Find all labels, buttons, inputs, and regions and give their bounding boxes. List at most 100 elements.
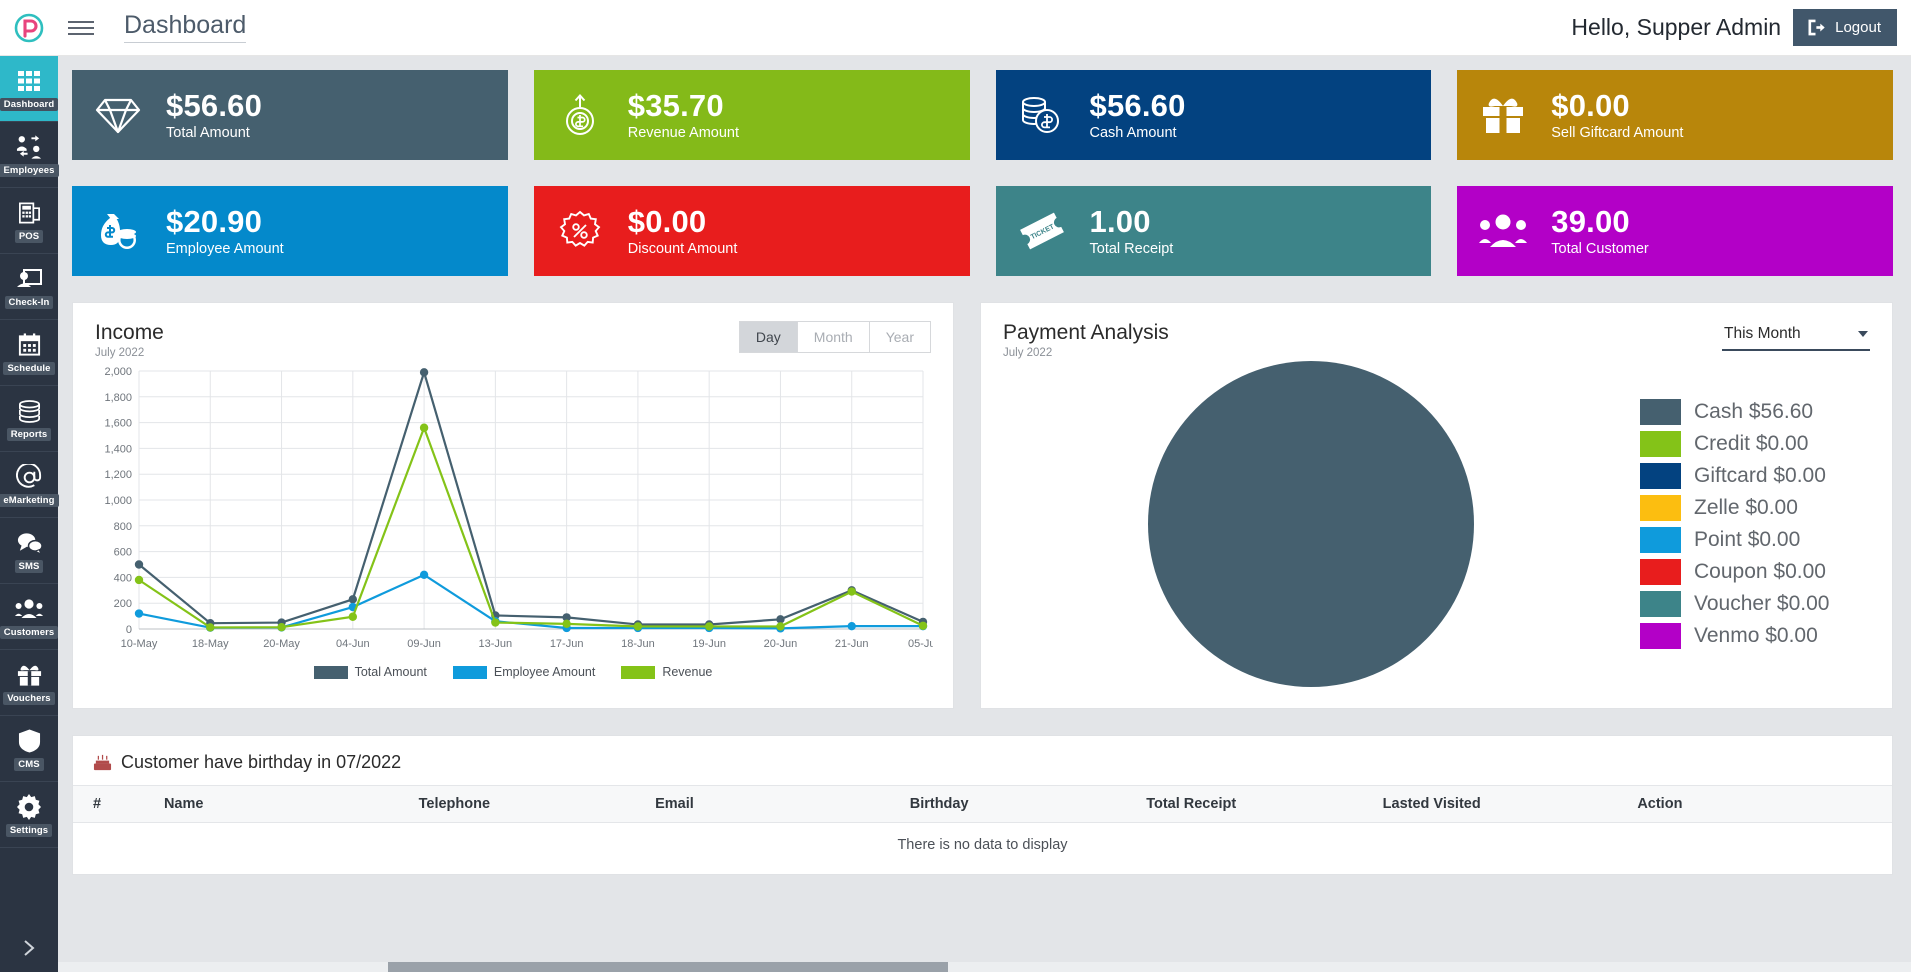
logout-button[interactable]: Logout (1793, 9, 1897, 46)
sidebar-item-settings[interactable]: Settings (0, 782, 58, 848)
diamond-icon (94, 91, 142, 139)
percent-badge-icon (556, 207, 604, 255)
kpi-card-employee-amount[interactable]: $20.90 Employee Amount (72, 186, 508, 276)
payment-legend-swatch (1640, 559, 1681, 586)
kpi-card-revenue-amount[interactable]: $35.70 Revenue Amount (533, 70, 970, 160)
kpi-card-sell-giftcard-amount[interactable]: $0.00 Sell Giftcard Amount (1457, 70, 1893, 160)
app-logo[interactable] (0, 13, 58, 43)
sidebar-expand-toggle[interactable] (0, 924, 58, 972)
svg-text:09-Jun: 09-Jun (407, 638, 441, 650)
sidebar-item-sms[interactable]: SMS (0, 518, 58, 584)
kpi-card-cash-amount[interactable]: $56.60 Cash Amount (995, 70, 1432, 160)
payment-legend-swatch (1640, 399, 1681, 426)
sidebar-item-label: Dashboard (0, 98, 59, 111)
sidebar-item-reports[interactable]: Reports (0, 386, 58, 452)
payment-legend-label: Voucher $0.00 (1694, 592, 1830, 616)
kpi-card-discount-amount[interactable]: $0.00 Discount Amount (533, 186, 970, 276)
customers-icon (15, 594, 43, 624)
kpi-text: $35.70 Revenue Amount (628, 88, 739, 141)
svg-text:600: 600 (114, 547, 132, 559)
svg-text:2,000: 2,000 (104, 366, 132, 378)
payment-legend-item[interactable]: Cash $56.60 (1640, 399, 1872, 426)
sidebar-item-dashboard[interactable]: Dashboard (0, 56, 59, 122)
kpi-card-total-customer[interactable]: 39.00 Total Customer (1457, 186, 1893, 276)
income-chart-legend: Total Amount Employee Amount Revenue (73, 665, 953, 679)
col-total-receipt[interactable]: Total Receipt (1146, 785, 1383, 823)
income-panel-title: Income (95, 321, 164, 344)
income-range-day[interactable]: Day (739, 322, 798, 352)
user-greeting: Hello, Supper Admin (1571, 14, 1782, 40)
kpi-text: $56.60 Cash Amount (1089, 87, 1186, 141)
chat-bubbles-icon (16, 528, 43, 558)
sidebar-item-customers[interactable]: Customers (0, 584, 59, 650)
chevron-right-icon (23, 940, 35, 956)
payment-legend-item[interactable]: Point $0.00 (1640, 527, 1872, 554)
svg-text:20-Jun: 20-Jun (764, 638, 798, 650)
payment-period-value: This Month (1724, 325, 1801, 342)
payment-panel-subtitle: July 2022 (1003, 347, 1053, 360)
payment-legend-item[interactable]: Voucher $0.00 (1640, 591, 1872, 618)
legend-item[interactable]: Employee Amount (452, 665, 595, 679)
legend-item[interactable]: Total Amount (313, 665, 427, 679)
payment-period-dropdown[interactable]: This Month (1722, 321, 1870, 351)
kpi-text: $56.60 Total Amount (166, 88, 262, 142)
payment-legend-label: Point $0.00 (1694, 528, 1801, 552)
col-telephone[interactable]: Telephone (418, 785, 656, 823)
svg-text:1,800: 1,800 (104, 392, 132, 404)
kpi-label: Total Amount (166, 125, 250, 142)
sidebar-item-check-in[interactable]: Check-In (0, 254, 58, 320)
payment-pie-legend: Cash $56.60 Credit $0.00 Giftcard $0.00 Zel… (1640, 399, 1878, 650)
kpi-label: Total Receipt (1089, 241, 1174, 258)
horizontal-scrollbar[interactable] (58, 962, 1911, 972)
payment-legend-item[interactable]: Zelle $0.00 (1640, 495, 1872, 522)
kpi-label: Sell Giftcard Amount (1551, 125, 1684, 142)
birthday-table-title-row: Customer have birthday in 07/2022 (73, 736, 1892, 785)
sidebar-item-vouchers[interactable]: Vouchers (0, 650, 58, 716)
payment-legend-item[interactable]: Giftcard $0.00 (1640, 463, 1872, 490)
svg-text:1,600: 1,600 (104, 418, 132, 430)
income-panel: Income July 2022 Day Month Year 0 200 400 6… (72, 302, 954, 709)
col-email[interactable]: Email (655, 785, 910, 823)
col-birthday[interactable]: Birthday (909, 785, 1147, 823)
svg-text:20-May: 20-May (263, 638, 300, 650)
hamburger-bar (68, 20, 94, 23)
legend-item[interactable]: Revenue (621, 665, 712, 679)
col-name[interactable]: Name (163, 785, 419, 823)
gear-icon (16, 792, 42, 822)
income-range-year[interactable]: Year (869, 322, 930, 352)
sidebar-item-employees[interactable]: Employees (0, 122, 59, 188)
people-group-icon (1479, 207, 1528, 255)
pos-terminal-icon (17, 198, 42, 228)
svg-text:800: 800 (114, 521, 132, 533)
sidebar-item-cms[interactable]: CMS (0, 716, 58, 782)
sidebar-item-emarketing[interactable]: eMarketing (0, 452, 59, 518)
sidebar-item-pos[interactable]: POS (0, 188, 58, 254)
hamburger-menu-icon[interactable] (68, 20, 108, 35)
income-range-month[interactable]: Month (797, 322, 870, 352)
pie-slice[interactable] (1147, 361, 1474, 688)
col-index[interactable]: # (73, 785, 164, 823)
col-action[interactable]: Action (1637, 785, 1892, 823)
income-panel-subtitle: July 2022 (95, 347, 145, 360)
sidebar-item-label: Employees (0, 164, 59, 177)
gift-box-icon (1479, 91, 1527, 139)
svg-text:05-Jul: 05-Jul (908, 638, 933, 650)
payment-legend-label: Venmo $0.00 (1694, 624, 1818, 648)
kpi-value: $56.60 (1089, 87, 1186, 123)
payment-legend-item[interactable]: Venmo $0.00 (1640, 623, 1872, 650)
table-header-row: # Name Telephone Email Birthday Total Re… (73, 785, 1892, 823)
birthday-table-card: Customer have birthday in 07/2022 # Name… (72, 735, 1893, 875)
svg-text:1,400: 1,400 (104, 444, 132, 456)
kpi-card-total-amount[interactable]: $56.60 Total Amount (72, 70, 508, 160)
payment-legend-item[interactable]: Credit $0.00 (1640, 431, 1872, 458)
kpi-text: 39.00 Total Customer (1551, 204, 1649, 257)
col-lasted-visited[interactable]: Lasted Visited (1382, 785, 1638, 823)
kpi-card-total-receipt[interactable]: TICKET 1.00 Total Receipt (995, 186, 1432, 276)
horizontal-scrollbar-thumb[interactable] (388, 962, 948, 972)
legend-label: Revenue (662, 665, 713, 680)
payment-panel-title: Payment Analysis (1003, 321, 1169, 344)
sidebar-item-schedule[interactable]: Schedule (0, 320, 58, 386)
sidebar-item-label: CMS (14, 758, 44, 771)
payment-legend-item[interactable]: Coupon $0.00 (1640, 559, 1872, 586)
